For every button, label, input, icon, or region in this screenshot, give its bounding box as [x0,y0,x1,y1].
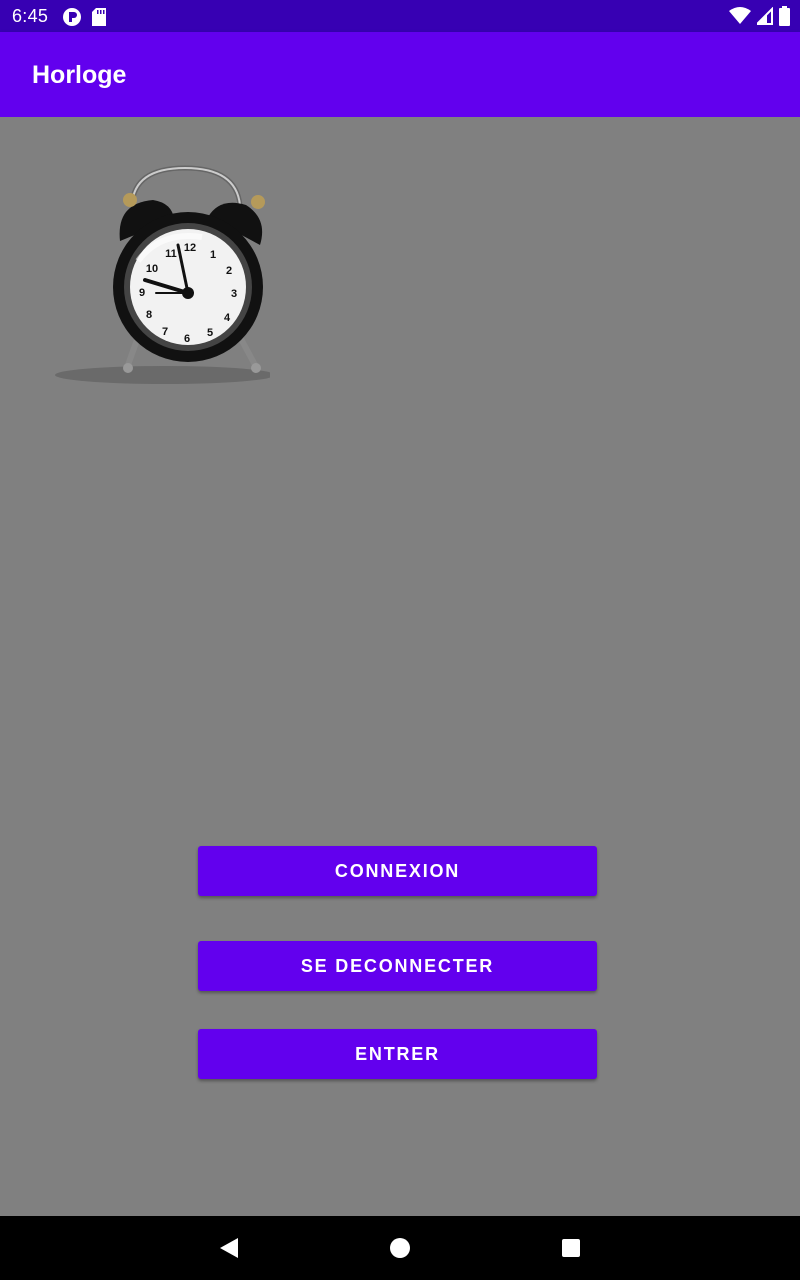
entrer-button[interactable]: ENTRER [198,1029,597,1079]
svg-text:1: 1 [210,249,216,261]
svg-text:8: 8 [146,309,152,321]
svg-text:6: 6 [184,333,190,345]
svg-text:5: 5 [207,327,213,339]
wifi-icon [729,7,751,30]
home-icon[interactable] [388,1236,412,1260]
connexion-button[interactable]: CONNEXION [198,846,597,896]
sd-card-icon [92,8,106,31]
svg-text:10: 10 [146,263,158,275]
status-time: 6:45 [12,6,49,26]
battery-icon [779,6,790,31]
svg-text:7: 7 [162,326,168,338]
svg-text:9: 9 [139,287,145,299]
svg-text:3: 3 [231,288,237,300]
app-bar: Horloge [0,32,800,117]
alarm-clock-image: 12 1 2 3 4 5 6 7 8 9 10 11 [55,165,270,384]
svg-text:2: 2 [226,265,232,277]
svg-text:12: 12 [184,242,196,254]
app-title: Horloge [32,61,127,89]
status-bar: 6:45 [0,0,800,32]
back-icon[interactable] [217,1236,241,1260]
svg-text:4: 4 [224,312,231,324]
se-deconnecter-button[interactable]: SE DECONNECTER [198,941,597,991]
cell-signal-icon [754,6,773,30]
status-left-icons [62,7,106,32]
status-right-icons [729,6,790,31]
notification-app-icon [62,7,82,32]
svg-text:11: 11 [165,248,177,260]
navigation-bar [0,1216,800,1280]
recents-icon[interactable] [559,1236,583,1260]
